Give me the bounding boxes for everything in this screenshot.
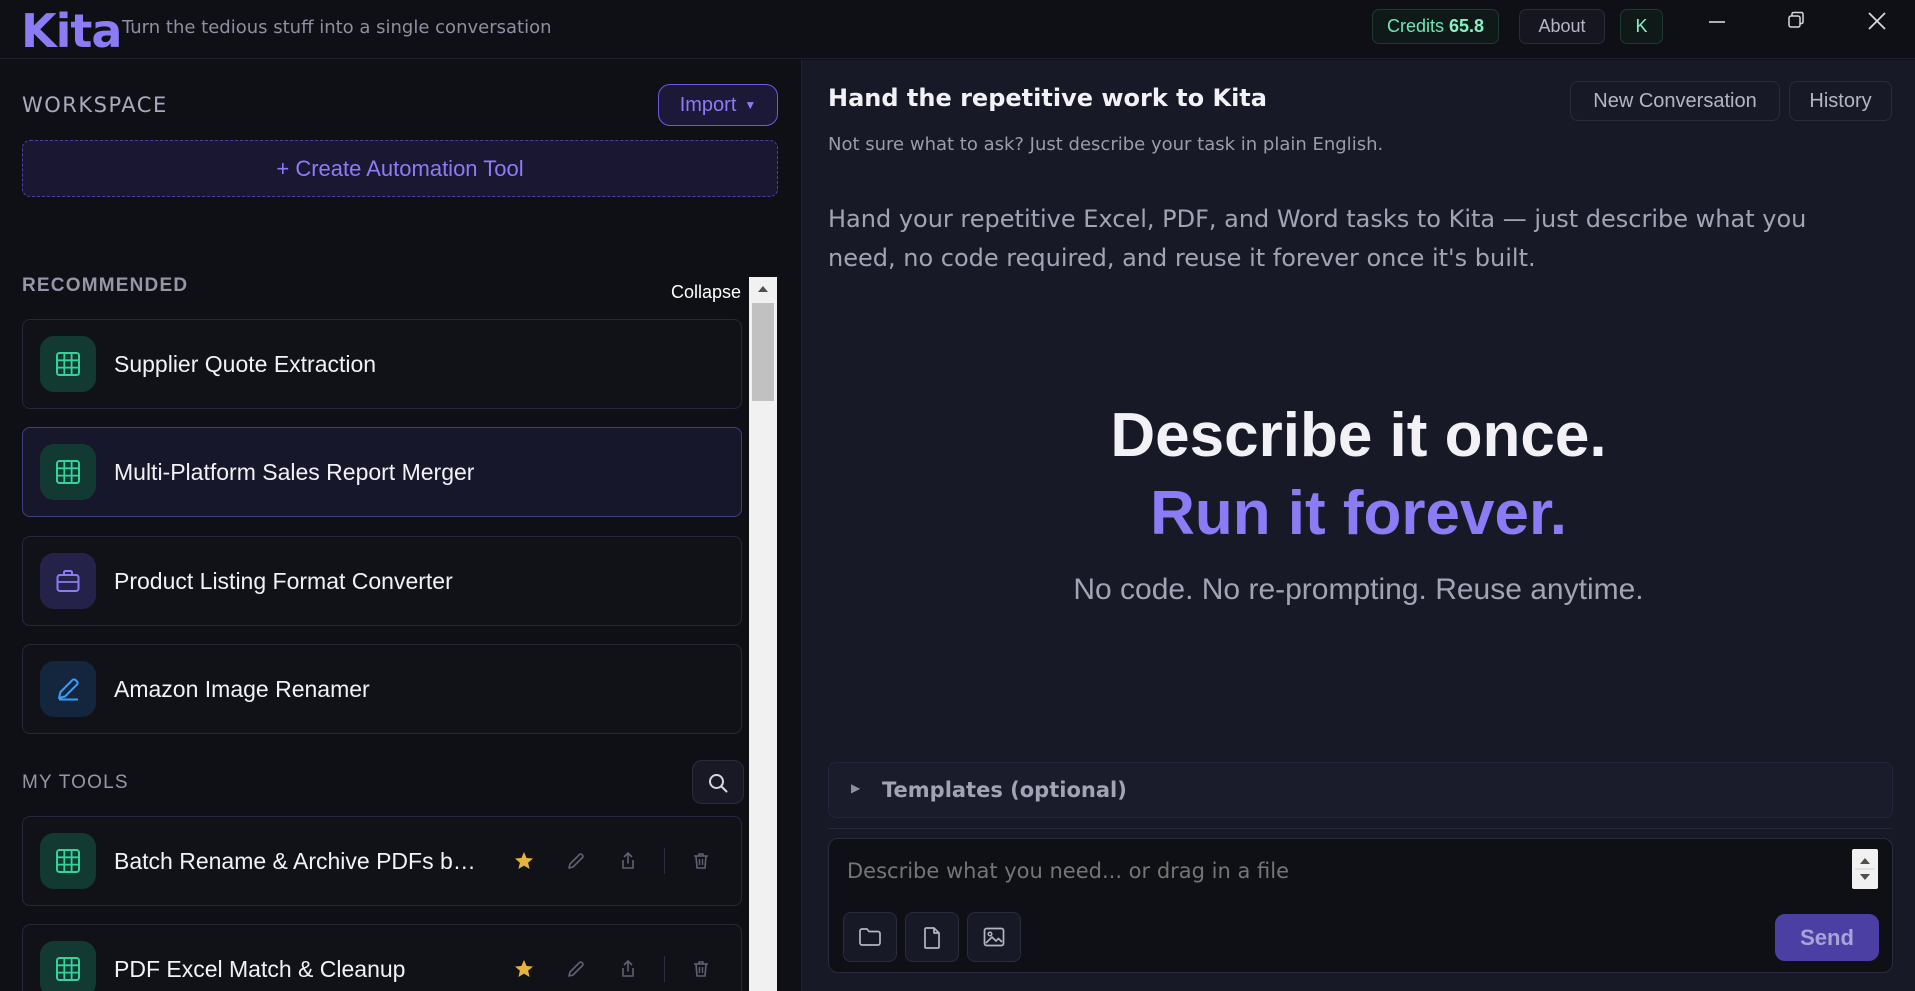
message-composer: Send (828, 838, 1893, 973)
my-tool-item[interactable]: PDF Excel Match & Cleanup (22, 924, 742, 991)
hero-accent-headline: Run it forever. (1150, 479, 1567, 548)
item-icon-badge (40, 553, 96, 609)
sidebar: WORKSPACE Import ▼ + Create Automation To… (0, 60, 801, 991)
share-icon (622, 960, 634, 977)
close-button[interactable] (1857, 10, 1897, 40)
pencil-icon (58, 678, 79, 701)
recommended-item[interactable]: Multi-Platform Sales Report Merger (22, 427, 742, 517)
page-title: Hand the repetitive work to Kita (828, 84, 1267, 112)
restore-icon (1788, 11, 1804, 28)
trash-icon (694, 961, 708, 977)
briefcase-icon (56, 570, 80, 592)
tool-list: RECOMMENDED Collapse Supplier Quote Extr… (22, 215, 778, 991)
action-divider (664, 956, 665, 982)
recommended-item[interactable]: Product Listing Format Converter (22, 536, 742, 626)
import-label: Import (679, 94, 737, 116)
item-icon-badge (40, 833, 96, 889)
image-icon (983, 927, 1005, 947)
share-button[interactable] (616, 957, 640, 981)
app-logo: Kita (21, 4, 122, 58)
close-icon (1868, 12, 1886, 30)
message-input[interactable] (847, 859, 1827, 883)
item-icon-badge (40, 661, 96, 717)
item-actions (484, 956, 713, 982)
my-tool-item[interactable]: Batch Rename & Archive PDFs by Invoice (22, 816, 742, 906)
chevron-down-icon: ▼ (744, 98, 757, 112)
item-name: Product Listing Format Converter (114, 568, 453, 594)
item-icon-badge (40, 941, 96, 991)
restore-button[interactable] (1776, 10, 1816, 40)
delete-button[interactable] (689, 957, 713, 981)
item-name: Supplier Quote Extraction (114, 351, 377, 377)
action-divider (664, 848, 665, 874)
avatar[interactable]: K (1620, 9, 1663, 44)
page-subtitle: Not sure what to ask? Just describe your… (828, 134, 1384, 155)
about-button[interactable]: About (1519, 9, 1605, 44)
minimize-icon (1709, 21, 1725, 23)
pencil-icon (568, 961, 584, 977)
templates-label: Templates (optional) (882, 778, 1127, 802)
attach-file-button[interactable] (905, 912, 959, 962)
send-button[interactable]: Send (1775, 914, 1879, 961)
trash-icon (694, 853, 708, 869)
item-icon-badge (40, 444, 96, 500)
item-name: Amazon Image Renamer (114, 676, 370, 702)
title-bar: Kita Turn the tedious stuff into a singl… (0, 0, 1915, 59)
attach-folder-button[interactable] (843, 912, 897, 962)
item-actions (484, 848, 713, 874)
app-tagline: Turn the tedious stuff into a single con… (122, 17, 552, 38)
scroll-up-arrow[interactable] (749, 277, 777, 301)
file-icon (924, 927, 940, 949)
credits-label: Credits (1387, 16, 1445, 36)
spreadsheet-icon (56, 460, 80, 484)
share-button[interactable] (616, 849, 640, 873)
composer-divider (828, 828, 1893, 829)
edit-button[interactable] (564, 849, 588, 873)
spreadsheet-icon (56, 352, 80, 376)
recommended-item[interactable]: Supplier Quote Extraction (22, 319, 742, 409)
star-icon (515, 852, 533, 869)
pencil-icon (568, 853, 584, 869)
item-name: PDF Excel Match & Cleanup (114, 956, 406, 982)
input-resize-spinner[interactable] (1852, 849, 1878, 889)
credits-badge[interactable]: Credits 65.8 (1372, 9, 1500, 44)
credits-value: 65.8 (1449, 16, 1485, 36)
intro-text: Hand your repetitive Excel, PDF, and Wor… (828, 205, 1807, 272)
item-name: Batch Rename & Archive PDFs by Invoice (114, 848, 484, 874)
new-conversation-button[interactable]: New Conversation (1570, 81, 1780, 121)
star-icon (515, 960, 533, 977)
my-tools-title: MY TOOLS (22, 772, 129, 793)
item-name: Multi-Platform Sales Report Merger (114, 459, 475, 485)
triangle-up-icon (758, 286, 768, 292)
spreadsheet-icon (56, 957, 80, 981)
search-icon (709, 774, 728, 793)
minimize-button[interactable] (1697, 10, 1737, 40)
collapse-button[interactable]: Collapse (671, 282, 741, 303)
import-button[interactable]: Import ▼ (658, 84, 778, 126)
tool-search-button[interactable] (692, 760, 744, 804)
expand-triangle-icon: ▶ (851, 781, 861, 795)
conversation-panel: Hand the repetitive work to Kita Not sur… (802, 60, 1915, 991)
history-button[interactable]: History (1789, 81, 1892, 121)
delete-button[interactable] (689, 849, 713, 873)
favorite-button[interactable] (512, 849, 536, 873)
recommended-item[interactable]: Amazon Image Renamer (22, 644, 742, 734)
attach-image-button[interactable] (967, 912, 1021, 962)
sidebar-scrollbar[interactable] (749, 277, 777, 991)
create-automation-tool-button[interactable]: + Create Automation Tool (22, 140, 778, 197)
spinner-arrows-icon (1855, 858, 1875, 880)
hero-subline: No code. No re-prompting. Reuse anytime. (1073, 573, 1644, 606)
folder-icon (859, 928, 881, 946)
share-icon (622, 852, 634, 869)
app-window: Kita Turn the tedious stuff into a singl… (0, 0, 1915, 991)
scroll-thumb[interactable] (752, 303, 774, 401)
favorite-button[interactable] (512, 957, 536, 981)
item-icon-badge (40, 336, 96, 392)
spreadsheet-icon (56, 849, 80, 873)
recommended-title: RECOMMENDED (22, 275, 189, 296)
edit-button[interactable] (564, 957, 588, 981)
workspace-title: WORKSPACE (22, 93, 168, 117)
hero-headline: Describe it once. (1110, 401, 1607, 470)
templates-toggle[interactable]: ▶ Templates (optional) (828, 762, 1893, 818)
